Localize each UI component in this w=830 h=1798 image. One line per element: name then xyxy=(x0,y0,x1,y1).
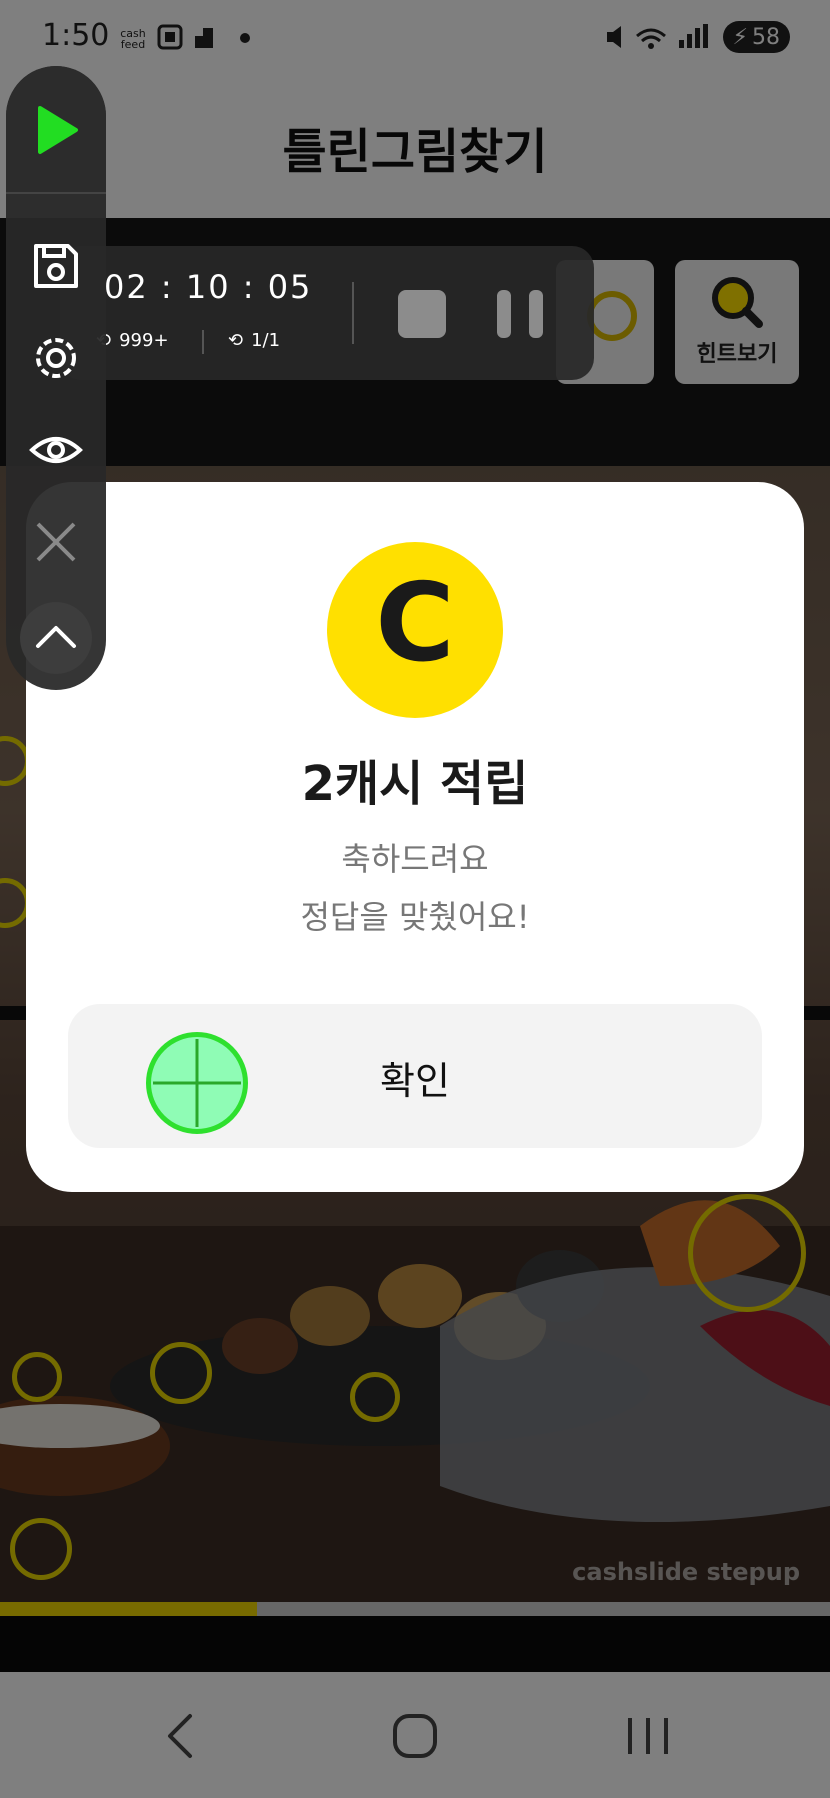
repeat-count-value: 1/1 xyxy=(251,330,281,351)
reward-title: 2캐시 적립 xyxy=(301,756,529,812)
loop-count-value: 999+ xyxy=(119,330,169,351)
tap-target-crosshair xyxy=(146,1032,248,1134)
settings-button[interactable] xyxy=(26,328,86,388)
eye-icon xyxy=(29,437,83,463)
recorder-timer: 02 : 10 : 05 xyxy=(104,268,313,306)
visibility-button[interactable] xyxy=(26,420,86,480)
reward-message-line1: 축하드려요 xyxy=(341,840,489,878)
stop-button[interactable] xyxy=(398,290,446,338)
repeat-count: ⟲ 1/1 xyxy=(228,330,280,351)
close-button[interactable] xyxy=(26,512,86,572)
toolbar-divider xyxy=(6,192,106,194)
chevron-up-icon xyxy=(36,626,76,648)
reward-dialog: C 2캐시 적립 축하드려요 정답을 맞췄어요! 확인 xyxy=(26,482,804,1192)
collapse-button[interactable] xyxy=(20,602,92,674)
gear-icon xyxy=(36,338,76,378)
stat-separator xyxy=(202,330,204,354)
reward-message-line2: 정답을 맞췄어요! xyxy=(300,898,530,936)
macro-recorder-panel: 02 : 10 : 05 ⟲ 999+ ⟲ 1/1 xyxy=(60,246,594,380)
macro-side-toolbar xyxy=(6,66,106,690)
play-button[interactable] xyxy=(26,100,86,160)
play-icon xyxy=(38,106,78,154)
loop-count: ⟲ 999+ xyxy=(96,330,169,351)
save-icon xyxy=(34,244,78,288)
panel-separator xyxy=(352,282,354,344)
pause-icon xyxy=(497,290,511,338)
coin-letter: C xyxy=(375,561,454,686)
repeat-icon: ⟲ xyxy=(228,330,244,351)
close-icon xyxy=(36,522,76,562)
pause-button[interactable] xyxy=(497,290,545,338)
pause-icon xyxy=(529,290,543,338)
save-button[interactable] xyxy=(26,236,86,296)
cash-coin-icon: C xyxy=(327,542,503,718)
